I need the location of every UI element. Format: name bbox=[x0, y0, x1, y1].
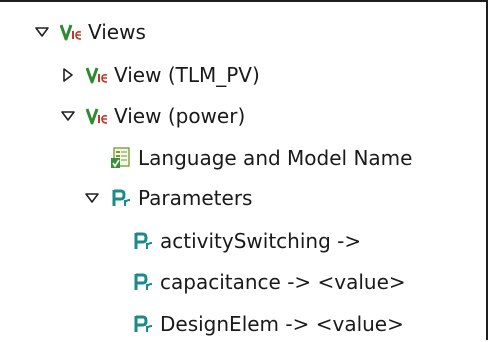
tree-item-label: DesignElem -> <value> bbox=[160, 312, 404, 336]
tree-item-view-power[interactable]: View (power) bbox=[60, 100, 245, 132]
view-icon bbox=[86, 105, 108, 127]
tree-item-parameters[interactable]: Parameters bbox=[84, 182, 252, 214]
parameter-icon bbox=[132, 313, 154, 335]
tree-item-label: View (TLM_PV) bbox=[114, 63, 260, 87]
tree-item-parameter-design-elem[interactable]: DesignElem -> <value> bbox=[132, 308, 404, 340]
tree-item-language-model-name[interactable]: Language and Model Name bbox=[110, 142, 412, 174]
tree-item-label: Language and Model Name bbox=[138, 146, 413, 170]
tree-item-views[interactable]: Views bbox=[34, 16, 146, 48]
parameter-icon bbox=[132, 230, 154, 252]
view-icon bbox=[86, 64, 108, 86]
parameters-icon bbox=[110, 187, 132, 209]
tree-item-parameter-capacitance[interactable]: capacitance -> <value> bbox=[132, 266, 406, 298]
tree-item-label: Parameters bbox=[138, 186, 253, 210]
language-model-icon bbox=[110, 147, 132, 169]
expanded-twisty-icon[interactable] bbox=[84, 190, 100, 206]
tree-item-label: View (power) bbox=[114, 104, 246, 128]
tree-item-label: activitySwitching -> bbox=[160, 229, 362, 253]
expanded-twisty-icon[interactable] bbox=[60, 108, 76, 124]
tree-item-parameter-activity-switching[interactable]: activitySwitching -> bbox=[132, 225, 361, 257]
tree-panel: Views View (TLM_PV) View (power) Languag… bbox=[0, 0, 488, 340]
tree-item-view-tlm-pv[interactable]: View (TLM_PV) bbox=[60, 59, 260, 91]
tree-item-label: capacitance -> <value> bbox=[160, 270, 406, 294]
parameter-icon bbox=[132, 271, 154, 293]
views-icon bbox=[60, 21, 82, 43]
tree-item-label: Views bbox=[88, 20, 146, 44]
expanded-twisty-icon[interactable] bbox=[34, 24, 50, 40]
collapsed-twisty-icon[interactable] bbox=[60, 67, 76, 83]
